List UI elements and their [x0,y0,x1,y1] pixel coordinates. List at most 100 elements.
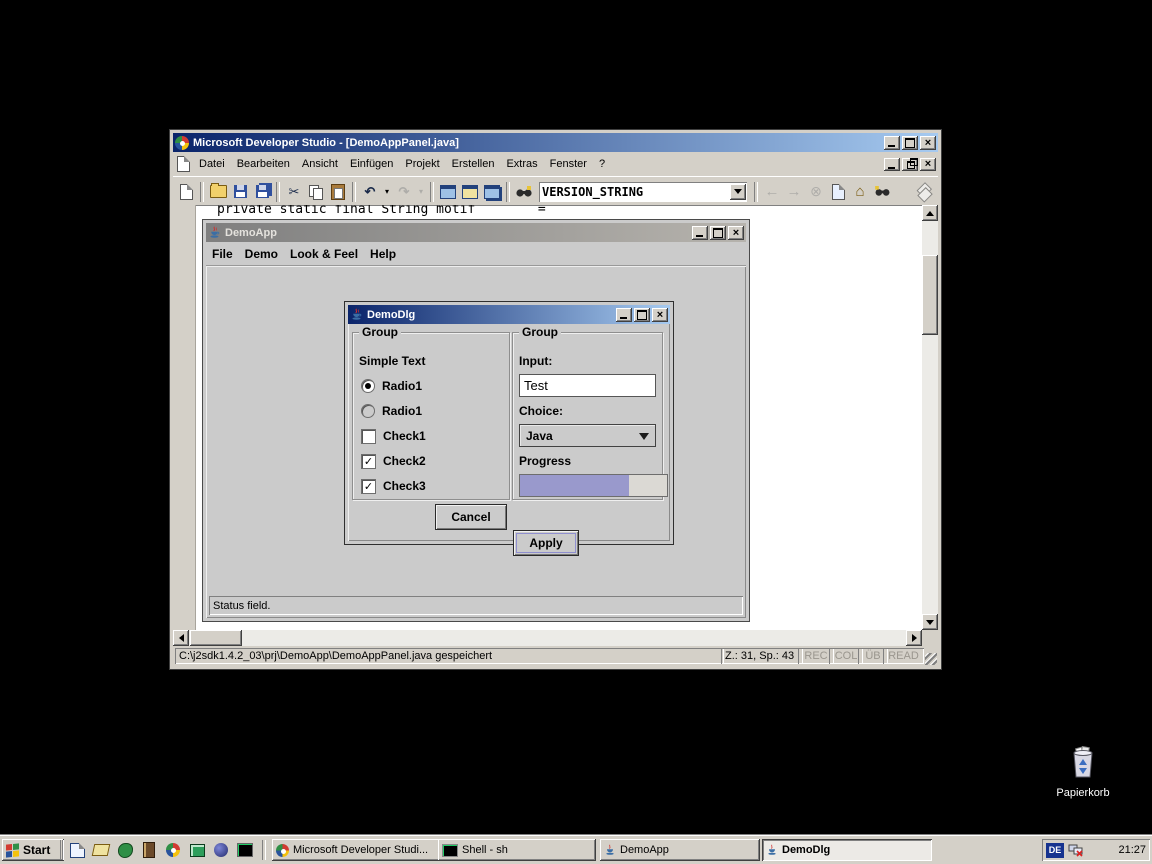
menu-datei[interactable]: Datei [193,155,231,173]
quicklaunch-globe-icon[interactable] [212,841,230,859]
demoapp-menu-help[interactable]: Help [364,244,402,264]
redo-dropdown-icon[interactable]: ▾ [415,181,427,203]
menu-ansicht[interactable]: Ansicht [296,155,344,173]
scroll-up-button[interactable] [922,205,938,221]
maximize-button[interactable] [902,136,918,150]
demodlg-titlebar[interactable]: DemoDlg × [348,305,670,324]
undo-dropdown-icon[interactable]: ▾ [381,181,393,203]
menu-extras[interactable]: Extras [500,155,543,173]
back-button[interactable]: ← [761,181,783,203]
scrollbar-corner [922,630,938,646]
quicklaunch-green-terminal-icon[interactable] [188,841,206,859]
check2-row[interactable]: ✓ Check2 [361,453,426,469]
window-list-button[interactable] [481,181,503,203]
checkbox-checked-icon[interactable]: ✓ [361,479,376,494]
menu-bearbeiten[interactable]: Bearbeiten [231,155,296,173]
infoviewer-button[interactable] [914,181,936,203]
output-button[interactable] [459,181,481,203]
java-cup-icon [208,225,221,240]
menu-fenster[interactable]: Fenster [544,155,593,173]
menu-einfuegen[interactable]: Einfügen [344,155,399,173]
devstudio-titlebar[interactable]: Microsoft Developer Studio - [DemoAppPan… [173,133,938,152]
scroll-right-button[interactable] [906,630,922,646]
scroll-left-button[interactable] [173,630,189,646]
recycle-bin-icon[interactable] [1067,746,1099,780]
refresh-button[interactable] [827,181,849,203]
checkbox-unchecked-icon[interactable] [361,429,376,444]
child-close-button[interactable]: × [920,158,936,171]
demoapp-titlebar[interactable]: DemoApp × [206,223,746,242]
quicklaunch-console-icon[interactable] [236,841,254,859]
check1-row[interactable]: Check1 [361,428,426,444]
task-shell[interactable]: Shell - sh [438,839,596,861]
demodlg-close-button[interactable]: × [652,308,668,322]
quicklaunch-creature-icon[interactable] [116,841,134,859]
save-all-button[interactable] [251,181,273,203]
child-system-doc-icon[interactable] [173,153,193,175]
find-combobox-value: VERSION_STRING [539,185,730,199]
child-restore-button[interactable] [902,158,918,171]
recycle-bin-desktop-icon[interactable]: Papierkorb [1049,746,1117,799]
radio-unselected-icon[interactable] [361,404,375,418]
keyboard-layout-indicator[interactable]: DE [1046,843,1064,858]
vertical-scrollbar[interactable] [922,205,938,630]
demoapp-close-button[interactable]: × [728,226,744,240]
save-button[interactable] [229,181,251,203]
demodlg-minimize-button[interactable] [616,308,632,322]
demoapp-minimize-button[interactable] [692,226,708,240]
quicklaunch-devstudio-icon[interactable] [164,841,182,859]
apply-button[interactable]: Apply [513,530,579,556]
clock[interactable]: 21:27 [1118,844,1146,856]
vertical-scroll-thumb[interactable] [922,255,938,335]
new-file-button[interactable] [175,181,197,203]
network-status-icon[interactable] [1068,843,1084,857]
open-file-button[interactable] [207,181,229,203]
radio-selected-icon[interactable] [361,379,375,393]
combo-dropdown-button[interactable] [730,184,746,200]
input-field-value: Test [524,378,548,393]
find-combobox[interactable]: VERSION_STRING [539,182,747,202]
workspace-button[interactable] [437,181,459,203]
close-button[interactable]: × [920,136,936,150]
recycle-bin-label[interactable]: Papierkorb [1049,787,1117,799]
cancel-button[interactable]: Cancel [435,504,507,530]
scroll-down-button[interactable] [922,614,938,630]
input-field[interactable]: Test [519,374,656,397]
java-cup-icon [350,307,363,322]
redo-button[interactable]: ↷ [393,181,415,203]
find-in-files-icon[interactable] [513,181,535,203]
paste-button[interactable] [327,181,349,203]
radio1-selected[interactable]: Radio1 [361,378,422,394]
task-demodlg[interactable]: DemoDlg [762,839,932,861]
demoapp-menu-lookfeel[interactable]: Look & Feel [284,244,364,264]
search-button[interactable] [871,181,893,203]
minimize-button[interactable] [884,136,900,150]
demodlg-maximize-button[interactable] [634,308,650,322]
home-button[interactable]: ⌂ [849,181,871,203]
undo-button[interactable]: ↶ [359,181,381,203]
menu-projekt[interactable]: Projekt [399,155,445,173]
resize-grip[interactable] [925,653,937,665]
task-devstudio[interactable]: Microsoft Developer Studi... [272,839,440,861]
task-demoapp[interactable]: DemoApp [600,839,760,861]
quicklaunch-signature-icon[interactable] [92,841,110,859]
quicklaunch-book-icon[interactable] [140,841,158,859]
horizontal-scrollbar[interactable] [173,630,922,646]
stop-button[interactable]: ⊗ [805,181,827,203]
demoapp-maximize-button[interactable] [710,226,726,240]
demoapp-menu-file[interactable]: File [206,244,239,264]
forward-button[interactable]: → [783,181,805,203]
demoapp-menu-demo[interactable]: Demo [239,244,284,264]
menu-hilfe[interactable]: ? [593,155,611,173]
radio2-unselected[interactable]: Radio1 [361,403,422,419]
checkbox-checked-icon[interactable]: ✓ [361,454,376,469]
child-minimize-button[interactable] [884,158,900,171]
horizontal-scroll-thumb[interactable] [190,630,242,646]
choice-combobox[interactable]: Java [519,424,656,447]
start-button[interactable]: Start [2,839,64,861]
check3-row[interactable]: ✓ Check3 [361,478,426,494]
copy-button[interactable] [305,181,327,203]
quicklaunch-show-desktop-icon[interactable] [68,841,86,859]
menu-erstellen[interactable]: Erstellen [446,155,501,173]
cut-button[interactable]: ✂ [283,181,305,203]
